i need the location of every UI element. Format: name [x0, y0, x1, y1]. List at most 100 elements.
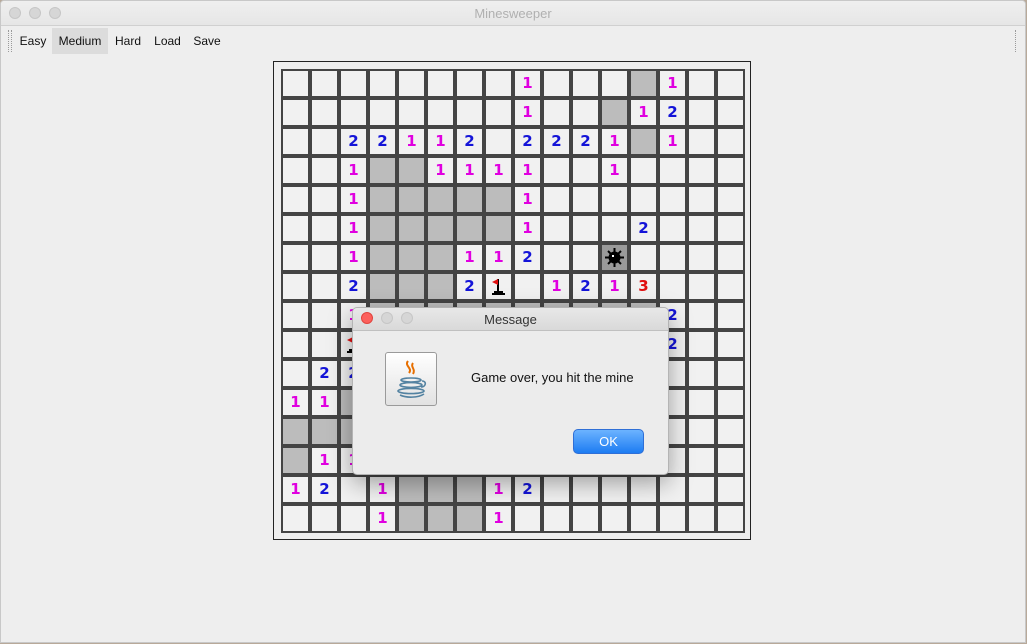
empty-cell[interactable]	[718, 71, 743, 96]
empty-cell[interactable]	[283, 506, 308, 531]
toolbar-grip[interactable]	[11, 30, 12, 52]
empty-cell[interactable]	[283, 71, 308, 96]
number-cell[interactable]: 2	[341, 129, 366, 154]
empty-cell[interactable]	[718, 506, 743, 531]
hidden-cell[interactable]	[631, 71, 656, 96]
empty-cell[interactable]	[370, 71, 395, 96]
empty-cell[interactable]	[312, 158, 337, 183]
number-cell[interactable]: 2	[544, 129, 569, 154]
empty-cell[interactable]	[689, 216, 714, 241]
hidden-cell[interactable]	[457, 477, 482, 502]
empty-cell[interactable]	[283, 129, 308, 154]
empty-cell[interactable]	[660, 274, 685, 299]
number-cell[interactable]: 1	[602, 274, 627, 299]
hidden-cell[interactable]	[457, 506, 482, 531]
empty-cell[interactable]	[515, 274, 540, 299]
empty-cell[interactable]	[718, 100, 743, 125]
number-cell[interactable]: 2	[341, 274, 366, 299]
empty-cell[interactable]	[341, 100, 366, 125]
empty-cell[interactable]	[660, 187, 685, 212]
empty-cell[interactable]	[312, 100, 337, 125]
hidden-cell[interactable]	[399, 506, 424, 531]
empty-cell[interactable]	[573, 100, 598, 125]
hidden-cell[interactable]	[486, 216, 511, 241]
empty-cell[interactable]	[718, 187, 743, 212]
hidden-cell[interactable]	[370, 216, 395, 241]
empty-cell[interactable]	[718, 361, 743, 386]
number-cell[interactable]: 2	[457, 129, 482, 154]
number-cell[interactable]: 2	[457, 274, 482, 299]
number-cell[interactable]: 1	[631, 100, 656, 125]
empty-cell[interactable]	[689, 477, 714, 502]
empty-cell[interactable]	[689, 274, 714, 299]
empty-cell[interactable]	[718, 477, 743, 502]
empty-cell[interactable]	[341, 477, 366, 502]
empty-cell[interactable]	[718, 158, 743, 183]
empty-cell[interactable]	[718, 390, 743, 415]
empty-cell[interactable]	[660, 506, 685, 531]
number-cell[interactable]: 1	[341, 245, 366, 270]
empty-cell[interactable]	[573, 158, 598, 183]
empty-cell[interactable]	[689, 361, 714, 386]
mine-icon[interactable]	[602, 245, 627, 270]
hidden-cell[interactable]	[457, 216, 482, 241]
hidden-cell[interactable]	[631, 129, 656, 154]
hidden-cell[interactable]	[399, 158, 424, 183]
empty-cell[interactable]	[660, 245, 685, 270]
empty-cell[interactable]	[457, 100, 482, 125]
hidden-cell[interactable]	[457, 187, 482, 212]
hidden-cell[interactable]	[428, 506, 453, 531]
empty-cell[interactable]	[689, 158, 714, 183]
hidden-cell[interactable]	[283, 448, 308, 473]
empty-cell[interactable]	[312, 332, 337, 357]
number-cell[interactable]: 1	[602, 129, 627, 154]
empty-cell[interactable]	[312, 129, 337, 154]
empty-cell[interactable]	[689, 187, 714, 212]
hidden-cell[interactable]	[399, 274, 424, 299]
number-cell[interactable]: 2	[515, 477, 540, 502]
empty-cell[interactable]	[544, 100, 569, 125]
empty-cell[interactable]	[312, 216, 337, 241]
empty-cell[interactable]	[631, 477, 656, 502]
empty-cell[interactable]	[283, 274, 308, 299]
number-cell[interactable]: 1	[428, 158, 453, 183]
empty-cell[interactable]	[283, 216, 308, 241]
empty-cell[interactable]	[573, 477, 598, 502]
empty-cell[interactable]	[283, 303, 308, 328]
number-cell[interactable]: 1	[428, 129, 453, 154]
empty-cell[interactable]	[718, 245, 743, 270]
empty-cell[interactable]	[631, 187, 656, 212]
number-cell[interactable]: 1	[486, 477, 511, 502]
empty-cell[interactable]	[660, 477, 685, 502]
number-cell[interactable]: 1	[370, 506, 395, 531]
hidden-cell[interactable]	[283, 419, 308, 444]
hidden-cell[interactable]	[428, 216, 453, 241]
empty-cell[interactable]	[718, 303, 743, 328]
number-cell[interactable]: 1	[515, 158, 540, 183]
number-cell[interactable]: 1	[515, 216, 540, 241]
number-cell[interactable]: 2	[515, 129, 540, 154]
empty-cell[interactable]	[399, 100, 424, 125]
empty-cell[interactable]	[370, 100, 395, 125]
empty-cell[interactable]	[341, 71, 366, 96]
number-cell[interactable]: 1	[515, 187, 540, 212]
number-cell[interactable]: 1	[457, 158, 482, 183]
hidden-cell[interactable]	[486, 187, 511, 212]
medium-button[interactable]: Medium	[52, 28, 108, 54]
hidden-cell[interactable]	[428, 245, 453, 270]
number-cell[interactable]: 1	[486, 245, 511, 270]
empty-cell[interactable]	[660, 216, 685, 241]
number-cell[interactable]: 2	[312, 361, 337, 386]
number-cell[interactable]: 2	[370, 129, 395, 154]
empty-cell[interactable]	[544, 187, 569, 212]
hidden-cell[interactable]	[312, 419, 337, 444]
load-button[interactable]: Load	[150, 28, 185, 54]
empty-cell[interactable]	[544, 71, 569, 96]
number-cell[interactable]: 1	[660, 129, 685, 154]
number-cell[interactable]: 1	[602, 158, 627, 183]
empty-cell[interactable]	[689, 506, 714, 531]
number-cell[interactable]: 1	[283, 477, 308, 502]
empty-cell[interactable]	[486, 129, 511, 154]
number-cell[interactable]: 2	[660, 100, 685, 125]
number-cell[interactable]: 2	[631, 216, 656, 241]
